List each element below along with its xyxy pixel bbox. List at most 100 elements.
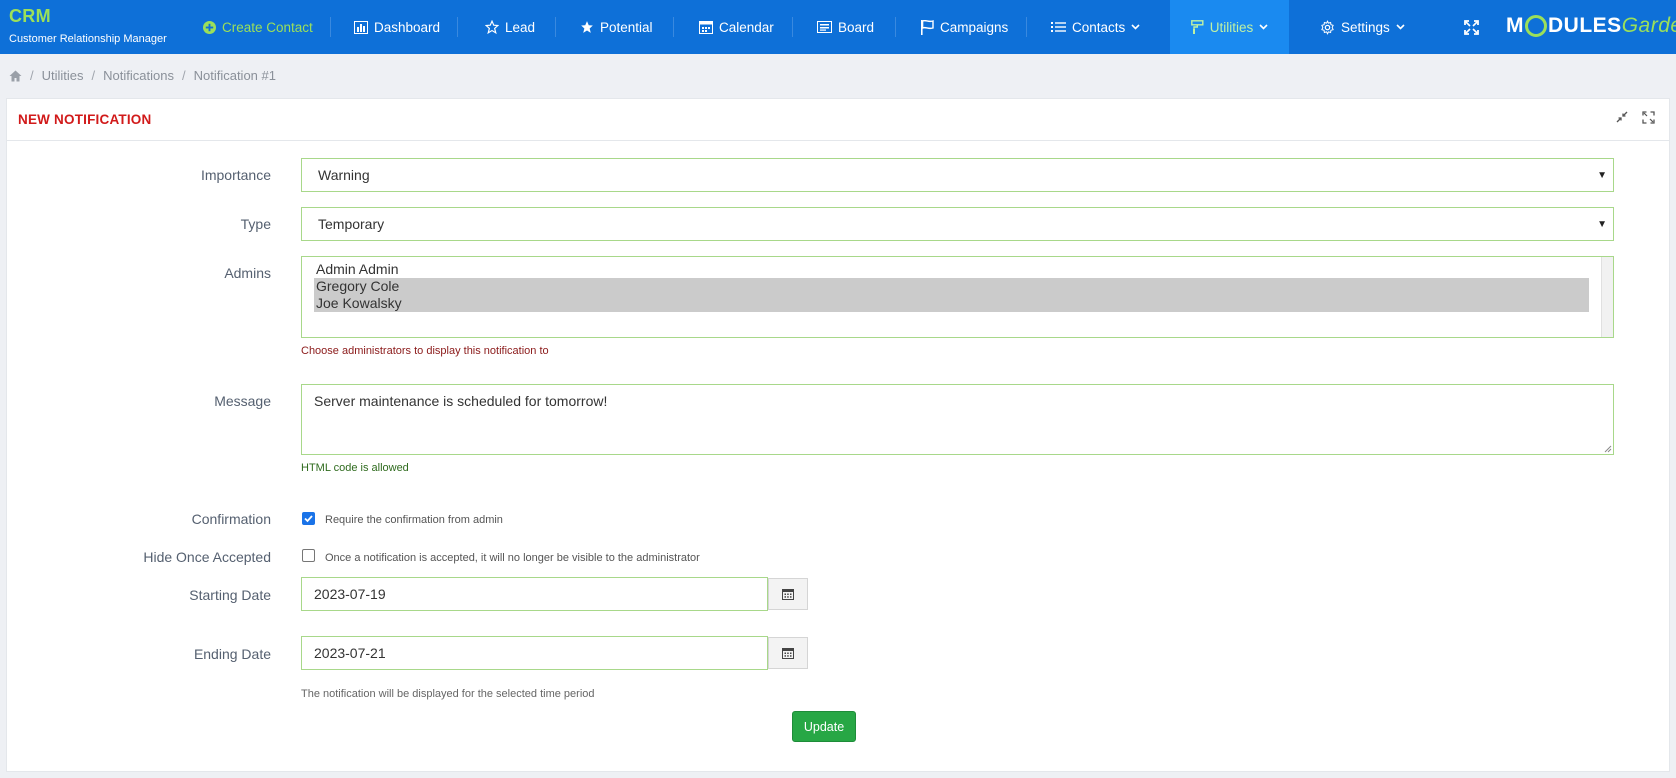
breadcrumb-separator: / [91, 68, 96, 83]
importance-label: Importance [200, 167, 271, 183]
type-value: Temporary [318, 216, 385, 232]
nav-lead-label: Lead [505, 19, 536, 35]
confirmation-checkbox[interactable] [302, 512, 315, 525]
logo-text-garden: Garden [1621, 14, 1676, 37]
starting-date-value: 2023-07-19 [314, 586, 386, 602]
star-outline-icon [485, 20, 499, 34]
confirmation-label: Confirmation [191, 511, 271, 527]
nav-contacts-label: Contacts [1072, 19, 1126, 35]
chevron-down-icon [1259, 24, 1268, 30]
update-button[interactable]: Update [792, 711, 856, 742]
compress-icon[interactable] [1616, 111, 1628, 123]
chevron-down-icon [1396, 24, 1405, 30]
board-icon [817, 21, 832, 33]
admins-option[interactable]: Admin Admin [314, 261, 1589, 278]
panel-tools [1616, 111, 1655, 124]
nav-board[interactable]: Board [817, 0, 874, 54]
breadcrumb-notifications[interactable]: Notifications [103, 68, 174, 83]
nav-create-contact-label: Create Contact [222, 19, 313, 35]
caret-down-icon: ▼ [1597, 219, 1607, 230]
nav-divider [555, 17, 556, 37]
logo-globe-icon [1525, 15, 1547, 37]
nav-divider [1026, 17, 1027, 37]
home-icon[interactable] [9, 70, 22, 82]
nav-divider [792, 17, 793, 37]
ending-date-value: 2023-07-21 [314, 645, 386, 661]
nav-potential-label: Potential [600, 19, 653, 35]
message-value: Server maintenance is scheduled for tomo… [314, 393, 608, 409]
breadcrumb-separator: / [30, 68, 34, 83]
admins-option[interactable]: Gregory Cole [314, 278, 1589, 295]
nav-utilities-label: Utilities [1209, 19, 1254, 35]
message-textarea[interactable]: Server maintenance is scheduled for tomo… [301, 384, 1614, 455]
nav-divider [330, 17, 331, 37]
expand-icon [1464, 19, 1479, 35]
calendar-small-icon [782, 589, 794, 600]
plus-circle-icon [203, 20, 216, 34]
fullscreen-toggle-button[interactable] [1464, 0, 1485, 54]
nav-calendar-label: Calendar [719, 19, 774, 35]
brand-subtitle: Customer Relationship Manager [9, 33, 167, 45]
chevron-down-icon [1131, 24, 1140, 30]
nav-create-contact[interactable]: Create Contact [203, 0, 313, 54]
nav-calendar[interactable]: Calendar [699, 0, 774, 54]
logo-text-m: M [1506, 14, 1524, 37]
panel-title: NEW NOTIFICATION [18, 112, 152, 127]
type-select[interactable]: Temporary ▼ [301, 207, 1614, 241]
ending-date-label: Ending Date [193, 646, 271, 662]
breadcrumb-current: Notification #1 [193, 68, 276, 83]
nav-board-label: Board [838, 19, 875, 35]
type-label: Type [240, 216, 271, 232]
modulesgarden-logo[interactable]: M DULESGarden [1506, 14, 1676, 38]
nav-contacts[interactable]: Contacts [1051, 0, 1140, 54]
hide-once-accepted-text: Once a notification is accepted, it will… [325, 552, 700, 564]
nav-settings[interactable]: Settings [1320, 0, 1405, 54]
brand-title: CRM [9, 6, 51, 26]
importance-select[interactable]: Warning ▼ [301, 158, 1614, 192]
nav-potential[interactable]: Potential [580, 0, 653, 54]
admins-scrollbar[interactable] [1601, 257, 1613, 337]
flag-icon [921, 19, 934, 35]
brand[interactable]: CRM Customer Relationship Manager [9, 6, 167, 45]
ending-date-input[interactable]: 2023-07-21 [301, 636, 768, 670]
hide-once-accepted-label: Hide Once Accepted [143, 549, 271, 565]
admins-option[interactable]: Joe Kowalsky [314, 295, 1589, 312]
checkmark-icon [304, 515, 313, 523]
nav-settings-label: Settings [1341, 19, 1390, 35]
calendar-icon [699, 21, 713, 34]
admins-help-text: Choose administrators to display this no… [301, 345, 549, 357]
panel-header: NEW NOTIFICATION [7, 99, 1669, 141]
admins-multiselect[interactable]: Admin Admin Gregory Cole Joe Kowalsky [301, 256, 1614, 338]
nav-divider [457, 17, 458, 37]
gear-icon [1321, 19, 1334, 35]
hide-once-accepted-checkbox[interactable] [302, 549, 315, 562]
nav-campaigns[interactable]: Campaigns [921, 0, 1008, 54]
breadcrumb-separator: / [181, 68, 186, 83]
star-icon [581, 21, 593, 33]
list-icon [1051, 22, 1066, 32]
message-help-text: HTML code is allowed [301, 462, 409, 474]
date-range-help-text: The notification will be displayed for t… [301, 688, 595, 700]
nav-campaigns-label: Campaigns [940, 19, 1009, 35]
starting-date-label: Starting Date [189, 587, 271, 603]
nav-utilities[interactable]: Utilities [1170, 0, 1289, 54]
caret-down-icon: ▼ [1597, 170, 1607, 181]
nav-dashboard-label: Dashboard [374, 19, 441, 35]
starting-date-picker-button[interactable] [768, 578, 808, 610]
breadcrumb-utilities[interactable]: Utilities [42, 68, 84, 83]
nav-divider [673, 17, 674, 37]
nav-dashboard[interactable]: Dashboard [354, 0, 440, 54]
calendar-small-icon [782, 648, 794, 659]
nav-lead[interactable]: Lead [485, 0, 535, 54]
message-label: Message [214, 393, 271, 409]
starting-date-input[interactable]: 2023-07-19 [301, 577, 768, 611]
importance-value: Warning [318, 167, 370, 183]
resize-grip-icon[interactable] [1604, 445, 1612, 453]
nav-divider [895, 17, 896, 37]
fullscreen-icon[interactable] [1642, 111, 1655, 124]
bar-chart-icon [354, 20, 368, 34]
admins-label: Admins [224, 265, 271, 281]
ending-date-picker-button[interactable] [768, 637, 808, 669]
confirmation-text: Require the confirmation from admin [325, 514, 503, 526]
paint-roller-icon [1190, 20, 1204, 34]
